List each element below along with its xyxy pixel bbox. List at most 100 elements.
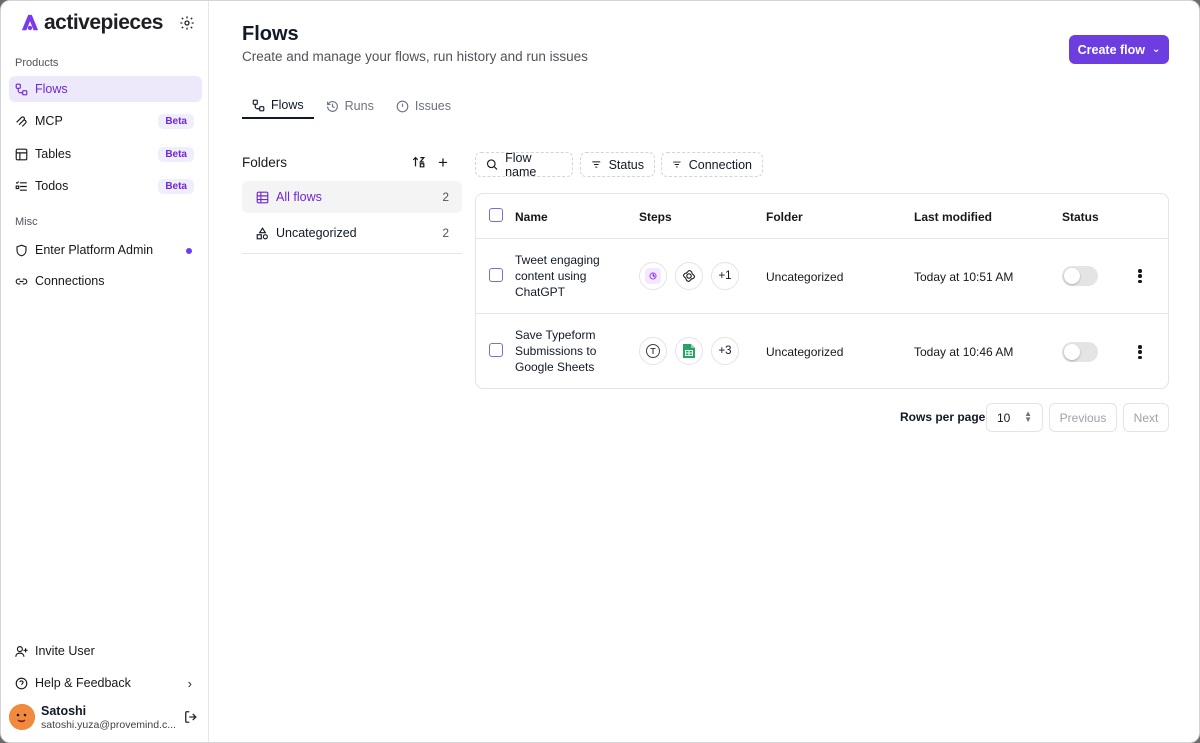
sidebar-item-help-feedback[interactable]: Help & Feedback › [9,670,202,696]
user-profile[interactable]: Satoshi satoshi.yuza@provemind.c... [9,702,202,734]
page-title: Flows [242,23,299,45]
webhook-icon [639,262,667,290]
sidebar-item-connections[interactable]: Connections [9,268,202,294]
more-steps-count: +1 [711,262,739,290]
mcp-icon [16,115,27,127]
filter-label: Flow name [505,150,537,179]
folder-label: Uncategorized [276,226,357,240]
flow-name[interactable]: Save Typeform Submissions to Google Shee… [515,327,625,375]
folder-all-flows[interactable]: All flows 2 [242,181,462,213]
sidebar-item-platform-admin[interactable]: Enter Platform Admin [9,237,202,263]
column-header-name[interactable]: Name [515,210,548,224]
sidebar: activepieces Products Flows MCP Beta Tab… [1,1,209,742]
sidebar-item-mcp[interactable]: MCP Beta [9,108,202,134]
rows-per-page-select[interactable]: 10 ▲ ▼ [986,403,1043,432]
todo-list-icon [15,180,27,191]
folders-title: Folders [242,155,288,170]
sidebar-item-label: MCP [35,114,63,128]
table-icon [256,191,269,203]
logout-icon[interactable] [184,710,198,724]
create-flow-button[interactable]: Create flow ⌄ [1069,35,1169,64]
activepieces-logo-icon [21,14,39,31]
folder-uncategorized[interactable]: Uncategorized 2 [242,217,462,249]
add-folder-icon[interactable]: + [438,153,448,173]
sidebar-item-label: Flows [35,82,68,96]
logo-text: activepieces [44,11,163,34]
products-section-label: Products [15,57,59,69]
column-header-last-modified[interactable]: Last modified [914,210,992,224]
next-page-button[interactable]: Next [1123,403,1169,432]
previous-page-button[interactable]: Previous [1049,403,1117,432]
tab-flows[interactable]: Flows [242,93,314,119]
openai-icon [675,262,703,290]
main-content: Flows Create and manage your flows, run … [210,1,1199,742]
tab-issues[interactable]: Issues [386,93,461,119]
history-icon [326,100,338,112]
flow-name[interactable]: Tweet engaging content using ChatGPT [515,252,625,300]
sidebar-item-label: Invite User [35,644,95,658]
more-options-icon[interactable] [1133,343,1147,361]
sidebar-item-todos[interactable]: Todos Beta [9,173,202,199]
sidebar-item-label: Tables [35,147,72,161]
filter-label: Status [608,157,644,172]
user-plus-icon [15,645,28,657]
chevron-right-icon: › [187,676,192,691]
flow-status-toggle[interactable] [1062,266,1098,286]
flow-icon [15,83,28,95]
flow-folder: Uncategorized [766,270,844,284]
flow-name-filter[interactable]: Flow name [475,150,573,179]
tab-label: Issues [414,99,451,113]
search-icon [486,159,498,170]
beta-badge: Beta [158,114,194,129]
flow-last-modified: Today at 10:51 AM [914,270,1014,284]
divider [242,253,462,254]
filter-icon [673,161,681,168]
shield-icon [16,244,27,256]
sidebar-item-label: Todos [35,179,69,193]
folder-label: All flows [276,190,322,204]
logo[interactable]: activepieces [21,11,199,35]
filter-icon [592,161,601,168]
flow-last-modified: Today at 10:46 AM [914,345,1014,359]
status-filter[interactable]: Status [580,152,655,177]
gear-icon[interactable] [179,15,195,31]
flows-table: Name Steps Folder Last modified Status T… [475,193,1169,389]
avatar [9,704,35,730]
link-icon [15,277,28,285]
tab-runs[interactable]: Runs [316,93,384,119]
row-checkbox[interactable] [489,343,503,357]
sidebar-item-label: Connections [35,274,105,288]
connection-filter[interactable]: Connection [661,152,763,177]
divider [476,313,1168,314]
chevron-up-down-icon: ▲ ▼ [1024,409,1032,424]
misc-section-label: Misc [15,216,38,228]
flow-status-toggle[interactable] [1062,342,1098,362]
divider [476,238,1168,239]
beta-badge: Beta [158,147,194,162]
sidebar-item-flows[interactable]: Flows [9,76,202,102]
rows-per-page-value: 10 [997,410,1011,425]
filter-label: Connection [688,157,752,172]
tab-label: Flows [271,98,304,112]
create-flow-label: Create flow [1077,42,1145,57]
shapes-icon [256,226,268,239]
tab-label: Runs [344,99,374,113]
page-subtitle: Create and manage your flows, run histor… [242,49,588,64]
more-steps-count: +3 [711,337,739,365]
row-checkbox[interactable] [489,268,503,282]
column-header-status: Status [1062,210,1099,224]
more-options-icon[interactable] [1133,267,1147,285]
sidebar-item-tables[interactable]: Tables Beta [9,141,202,167]
folder-count: 2 [442,226,449,240]
user-name: Satoshi [41,704,87,718]
sort-icon[interactable] [412,155,426,169]
google-sheets-icon [675,337,703,365]
flow-icon [252,99,265,111]
alert-circle-icon [396,100,409,112]
column-header-folder: Folder [766,210,803,224]
tabs: Flows Runs Issues [242,93,463,120]
help-circle-icon [15,677,28,689]
table-icon [15,148,28,160]
sidebar-item-invite-user[interactable]: Invite User [9,638,202,664]
select-all-checkbox[interactable] [489,208,503,222]
